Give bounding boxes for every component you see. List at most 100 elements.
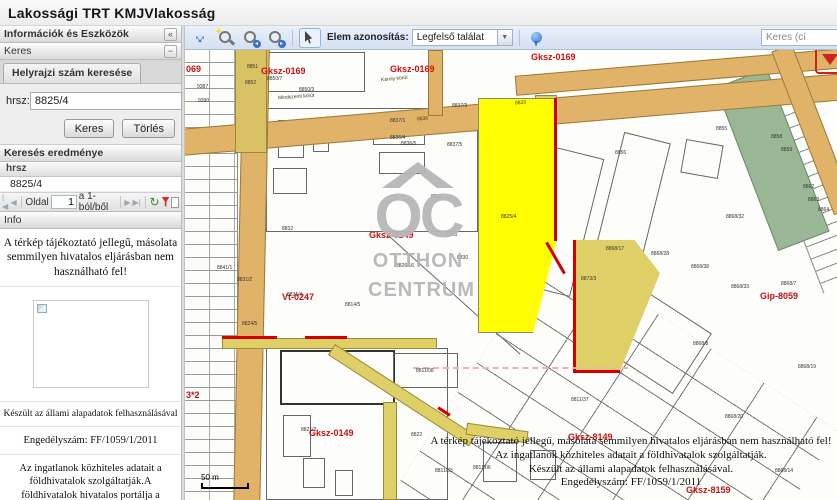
parcel-number-label: 8852 xyxy=(245,80,256,86)
red-parcel-border xyxy=(554,98,557,241)
parcel-number-label: 8837/3 xyxy=(452,103,467,109)
chevron-down-icon[interactable]: ▼ xyxy=(497,30,512,45)
export-page-icon[interactable] xyxy=(171,197,179,208)
building-outline xyxy=(303,458,325,488)
building-outline xyxy=(283,415,311,457)
page-number-input[interactable] xyxy=(51,195,77,209)
parcel-number-label: 8814/5 xyxy=(345,302,360,308)
info-disclaimer: A térkép tájékoztató jellegű, másolata s… xyxy=(0,229,181,287)
results-panel-header: Keresés eredménye xyxy=(0,145,181,162)
last-page-button[interactable]: ▶| xyxy=(133,198,141,207)
broken-image-icon xyxy=(37,304,47,313)
identify-mode-value: Legfelső találat xyxy=(413,32,497,43)
parcel-number-label: 8873/3 xyxy=(581,276,596,282)
info-landoffice-text: Az ingatlanok közhiteles adatait a földh… xyxy=(19,463,161,500)
search-button[interactable]: Keres xyxy=(64,119,115,138)
selected-road-horizontal xyxy=(222,338,437,349)
identify-mode-select[interactable]: Legfelső találat ▼ xyxy=(412,29,513,46)
building-outline xyxy=(273,168,307,194)
previous-extent-button[interactable]: ◂ xyxy=(239,28,261,48)
zone-label: 3*2 xyxy=(186,390,200,400)
parcel-number-label: 9390 xyxy=(198,98,209,104)
zone-label: Gksz-0169 xyxy=(390,64,435,74)
zone-label: Gip-8059 xyxy=(760,291,798,301)
map-disclaimer-line: Engedélyszám: FF/1059/1/2011 xyxy=(427,476,835,490)
tab-parcel-number-search[interactable]: Helyrajzi szám keresése xyxy=(3,63,141,83)
parcel-number-label: 8868/17 xyxy=(606,246,624,252)
page-title: Lakossági TRT KMJVlakosság xyxy=(8,5,216,21)
selected-road-branch xyxy=(383,402,397,500)
app-window: Lakossági TRT KMJVlakosság Információk é… xyxy=(0,0,837,500)
info-panel-title: Info xyxy=(4,214,22,226)
parcel-number-label: 8836/5 xyxy=(401,141,416,147)
marker-tool-button[interactable] xyxy=(526,28,548,48)
parcel-number-label: 8832 xyxy=(282,226,293,232)
results-column-header[interactable]: hrsz xyxy=(0,162,181,177)
map-canvas[interactable]: OC OTTHON CENTRUM 069 Gksz-0169 Gksz-0169 G… xyxy=(185,50,837,500)
refresh-icon[interactable]: ↻ xyxy=(150,197,160,207)
search-tabstrip: Helyrajzi szám keresése xyxy=(0,60,181,84)
sidebar: Információk és Eszközök « Keres − Helyra… xyxy=(0,26,182,500)
parcel-strip-left xyxy=(185,50,238,500)
building-outline xyxy=(680,139,723,179)
info-image-placeholder xyxy=(33,300,149,388)
after-page-label: a 1-ból/ből xyxy=(79,191,116,213)
map-disclaimer: A térkép tájékoztató jellegű, másolata s… xyxy=(427,435,835,490)
parcel-number-label: 8837/1 xyxy=(390,118,405,124)
scale-bar-line xyxy=(201,483,249,489)
parcel-number-label: 8868/38 xyxy=(691,264,709,270)
street-name-label: Károly körút xyxy=(381,75,408,83)
parcel-number-label: 8868/33 xyxy=(731,284,749,290)
parcel-number-label: 8868/20 xyxy=(725,414,743,420)
watermark-line2: CENTRUM xyxy=(368,276,468,305)
street-name-label: 8833 xyxy=(515,100,527,107)
parcel-number-label: 8851 xyxy=(247,64,258,70)
hrsz-label: hrsz: xyxy=(6,95,30,107)
parcel-number-label: 8841/1 xyxy=(217,265,232,271)
zoom-tool-button[interactable] xyxy=(214,28,236,48)
street-name-label: Mindszenti körút xyxy=(278,93,315,102)
info-permit-line: Engedélyszám: FF/1059/1/2011 xyxy=(0,427,181,455)
next-page-button[interactable]: ▶ xyxy=(124,198,130,207)
minimize-panel-button[interactable]: − xyxy=(164,45,177,58)
parcel-number-label: 8868/32 xyxy=(726,214,744,220)
full-extent-icon: ↔↔ xyxy=(192,30,208,46)
parcel-number-label: 8868/8 xyxy=(693,341,708,347)
zoom-icon xyxy=(217,29,234,46)
zone-label: Gksz-0169 xyxy=(261,66,306,76)
first-page-button[interactable]: |◀ xyxy=(2,193,8,211)
parcel-number-label: 8850/7 xyxy=(267,76,282,82)
prev-page-button[interactable]: ◀ xyxy=(10,198,16,207)
parcel-number-label: 8862 xyxy=(803,184,814,190)
search-form: hrsz: Keres Törlés xyxy=(0,84,181,145)
hrsz-input[interactable] xyxy=(30,92,182,110)
identify-cursor-icon xyxy=(305,31,315,44)
parcel-number-label: 8868/28 xyxy=(651,251,669,257)
zone-label: 069 xyxy=(186,64,201,74)
identify-tool-button[interactable] xyxy=(299,28,321,48)
zoom-full-extent-button[interactable]: ↔↔ xyxy=(189,28,211,48)
info-basedata-line: Készült az állami alapadatok felhasználá… xyxy=(0,402,181,427)
parcel-number-label: 8822 xyxy=(411,432,422,438)
next-extent-button[interactable]: ▸ xyxy=(264,28,286,48)
watermark: OC OTTHON CENTRUM xyxy=(368,162,468,305)
map-pane: ↔↔ ◂ ▸ Elem azonosítás: Legfelső találat xyxy=(185,26,837,500)
sidebar-title: Információk és Eszközök xyxy=(4,28,129,40)
info-landoffice-line: Az ingatlanok közhiteles adatait a földh… xyxy=(0,455,181,500)
collapse-panel-button[interactable]: « xyxy=(164,28,177,41)
parcel-number-label: 8831/4 xyxy=(287,292,302,298)
building-outline xyxy=(597,132,671,252)
clear-button[interactable]: Törlés xyxy=(122,119,175,138)
map-disclaimer-line: Az ingatlanok közhiteles adatait a földh… xyxy=(427,449,835,463)
map-disclaimer-line: A térkép tájékoztató jellegű, másolata s… xyxy=(427,435,835,449)
scale-label: 50 m xyxy=(201,473,219,482)
red-parcel-border xyxy=(573,370,620,373)
parcel-number-label: 8811/08 xyxy=(416,368,434,374)
map-search-input[interactable] xyxy=(761,29,837,46)
parcel-number-label: 8863 xyxy=(808,197,819,203)
clear-filter-icon[interactable] xyxy=(162,197,170,207)
red-accent xyxy=(222,336,277,339)
result-row[interactable]: 8825/4 xyxy=(0,177,181,192)
parcel-number-label: 8859 xyxy=(781,147,792,153)
sidebar-header: Információk és Eszközök « xyxy=(0,26,181,43)
